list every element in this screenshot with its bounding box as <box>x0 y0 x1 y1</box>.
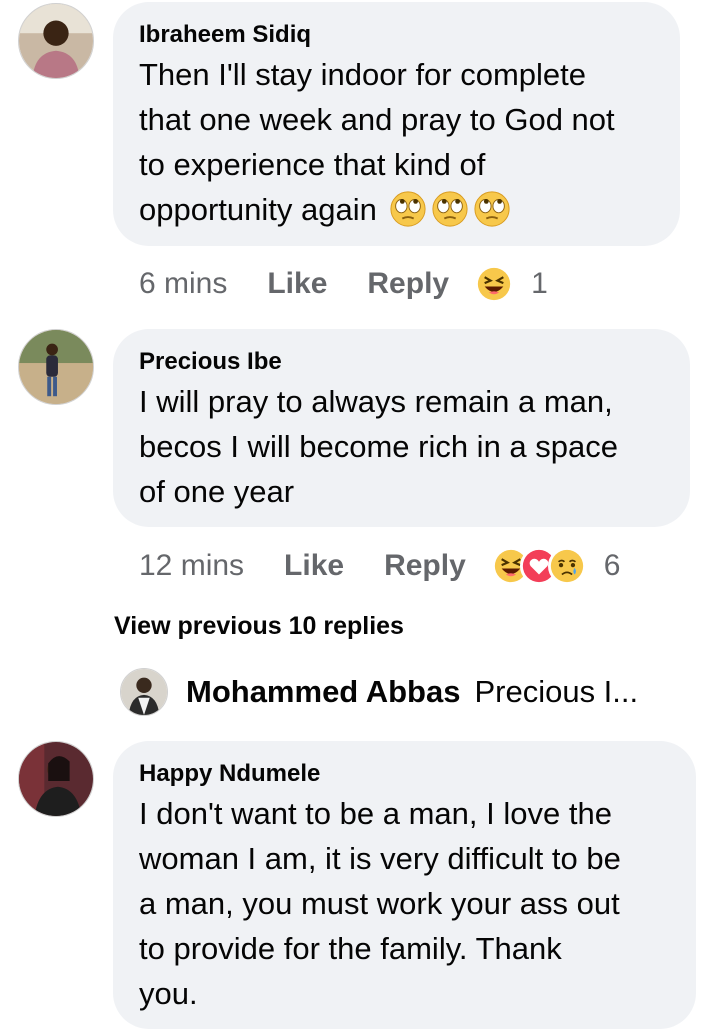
comment-bubble: Ibraheem Sidiq Then I'll stay indoor for… <box>113 2 680 246</box>
reply-button[interactable]: Reply <box>367 267 449 301</box>
comment-line: I don't want to be a man, I love the <box>139 796 612 831</box>
avatar-ibraheem-sidiq[interactable] <box>18 3 94 79</box>
avatar-mohammed-abbas[interactable] <box>120 668 168 716</box>
comment-author[interactable]: Ibraheem Sidiq <box>139 20 654 50</box>
comment-time[interactable]: 12 mins <box>139 549 244 583</box>
avatar-happy-ndumele[interactable] <box>18 741 94 817</box>
sad-tear-emoji-icon <box>547 547 586 585</box>
comment-bubble: Precious Ibe I will pray to always remai… <box>113 329 690 527</box>
comment-line: woman I am, it is very difficult to be <box>139 841 621 876</box>
avatar-precious-ibe[interactable] <box>18 329 94 405</box>
reply-preview-text: Precious I... <box>474 674 639 709</box>
comment-text: I don't want to be a man, I love the wom… <box>139 791 670 1016</box>
reaction-count[interactable]: 1 <box>531 267 548 301</box>
comment-line: becos I will become rich in a space <box>139 429 619 464</box>
like-button[interactable]: Like <box>267 267 327 301</box>
comment-line: Then I'll stay indoor for complete <box>139 57 587 92</box>
rolling-eyes-icon <box>389 190 427 228</box>
comment-line-text: opportunity again <box>139 192 377 227</box>
comment-line: opportunity again <box>139 187 654 232</box>
reply-author[interactable]: Mohammed Abbas <box>186 674 460 710</box>
rolling-eyes-icon <box>473 190 511 228</box>
reaction-summary[interactable] <box>475 265 514 303</box>
laughing-squint-emoji-icon <box>475 265 514 303</box>
comment-line: of one year <box>139 474 295 509</box>
comment-bubble: Happy Ndumele I don't want to be a man, … <box>113 741 696 1029</box>
comment-meta: 12 mins Like Reply 6 <box>139 546 620 586</box>
comment-author[interactable]: Precious Ibe <box>139 347 664 377</box>
comment-line: a man, you must work your ass out <box>139 886 620 921</box>
comment-line: to experience that kind of <box>139 147 486 182</box>
comment-line: that one week and pray to God not <box>139 102 615 137</box>
rolling-eyes-icon <box>431 190 469 228</box>
comment-time[interactable]: 6 mins <box>139 267 227 301</box>
comment-author[interactable]: Happy Ndumele <box>139 759 670 789</box>
like-button[interactable]: Like <box>284 549 344 583</box>
comment-line: you. <box>139 976 198 1011</box>
comment-line: I will pray to always remain a man, <box>139 384 613 419</box>
reply-button[interactable]: Reply <box>384 549 466 583</box>
comment-text: Then I'll stay indoor for complete that … <box>139 52 654 232</box>
reply-preview[interactable]: Mohammed Abbas Precious I... <box>120 668 638 716</box>
comment-meta: 6 mins Like Reply 1 <box>139 264 548 304</box>
reaction-summary[interactable] <box>491 547 586 585</box>
comment-text: I will pray to always remain a man, beco… <box>139 379 664 514</box>
view-previous-replies-link[interactable]: View previous 10 replies <box>114 612 404 641</box>
comment-line: to provide for the family. Thank <box>139 931 562 966</box>
reaction-count[interactable]: 6 <box>604 549 621 583</box>
